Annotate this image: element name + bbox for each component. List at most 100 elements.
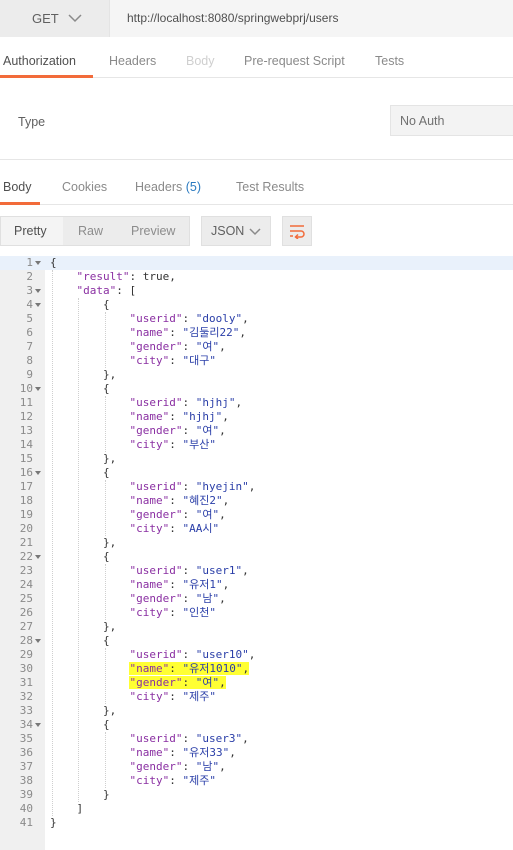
auth-type-label: Type — [18, 115, 46, 129]
line-number: 5 — [26, 312, 33, 325]
line-number: 17 — [19, 480, 33, 493]
code-line: 32 "city": "제주" — [0, 690, 513, 704]
format-label: JSON — [211, 224, 245, 238]
line-text: "gender": "여", — [129, 424, 226, 437]
code-line: 15 }, — [0, 452, 513, 466]
line-number: 28 — [19, 634, 33, 647]
code-line: 36 "name": "유저33", — [0, 746, 513, 760]
code-line: 5 "userid": "dooly", — [0, 312, 513, 326]
indent-guide — [104, 564, 106, 620]
fold-toggle-icon[interactable] — [35, 471, 41, 475]
line-number: 22 — [19, 550, 33, 563]
tab-authorization[interactable]: Authorization — [3, 54, 76, 68]
response-tab-body[interactable]: Body — [3, 180, 32, 194]
line-text: "name": "유저1010", — [129, 662, 250, 675]
line-text: { — [50, 382, 110, 395]
line-text: { — [50, 256, 57, 269]
line-text: "name": "hjhj", — [129, 410, 229, 423]
code-line: 11 "userid": "hjhj", — [0, 396, 513, 410]
line-text: ] — [50, 802, 84, 815]
line-text: "city": "대구" — [129, 354, 216, 367]
tab-tests[interactable]: Tests — [375, 54, 404, 68]
line-number: 38 — [19, 774, 33, 787]
response-tab-test-results[interactable]: Test Results — [236, 180, 304, 194]
code-line: 14 "city": "부산" — [0, 438, 513, 452]
code-line: 8 "city": "대구" — [0, 354, 513, 368]
response-tab-headers-label: Headers — [135, 180, 183, 194]
code-line: 18 "name": "혜진2", — [0, 494, 513, 508]
fold-toggle-icon[interactable] — [35, 261, 41, 265]
line-text: } — [50, 816, 57, 829]
line-number: 16 — [19, 466, 33, 479]
line-number: 36 — [19, 746, 33, 759]
fold-toggle-icon[interactable] — [35, 555, 41, 559]
raw-button[interactable]: Raw — [78, 224, 103, 238]
line-number: 32 — [19, 690, 33, 703]
view-mode-group: Pretty Raw Preview — [0, 216, 190, 246]
line-number: 3 — [26, 284, 33, 297]
wrap-lines-button[interactable] — [282, 216, 312, 246]
preview-button[interactable]: Preview — [131, 224, 175, 238]
line-number: 12 — [19, 410, 33, 423]
fold-toggle-icon[interactable] — [35, 289, 41, 293]
line-number: 6 — [26, 326, 33, 339]
line-text: }, — [50, 620, 117, 633]
format-select[interactable]: JSON — [201, 216, 271, 246]
code-line: 30 "name": "유저1010", — [0, 662, 513, 676]
line-text: "gender": "남", — [129, 760, 226, 773]
method-select[interactable]: GET — [0, 0, 109, 37]
line-text: "city": "AA시" — [129, 522, 220, 535]
line-text: "city": "제주" — [129, 774, 216, 787]
auth-type-select[interactable]: No Auth — [390, 105, 513, 136]
line-number: 41 — [19, 816, 33, 829]
tab-headers[interactable]: Headers — [109, 54, 156, 68]
code-line: 1{ — [0, 256, 513, 270]
code-line: 4 { — [0, 298, 513, 312]
tab-body[interactable]: Body — [186, 54, 215, 68]
line-number: 24 — [19, 578, 33, 591]
line-number: 7 — [26, 340, 33, 353]
code-line: 24 "name": "유저1", — [0, 578, 513, 592]
pretty-button[interactable]: Pretty — [14, 224, 47, 238]
line-text: "userid": "user3", — [129, 732, 249, 745]
line-text: "result": true, — [76, 270, 176, 283]
line-number: 20 — [19, 522, 33, 535]
code-line: 39 } — [0, 788, 513, 802]
line-number: 27 — [19, 620, 33, 633]
line-number: 18 — [19, 494, 33, 507]
tab-pre-request-script[interactable]: Pre-request Script — [244, 54, 345, 68]
line-text: "city": "인천" — [129, 606, 216, 619]
code-line: 38 "city": "제주" — [0, 774, 513, 788]
line-text: { — [50, 298, 110, 311]
line-text: }, — [50, 536, 117, 549]
url-input[interactable]: http://localhost:8080/springwebprj/users — [109, 0, 513, 37]
chevron-down-icon — [249, 228, 261, 236]
line-number: 2 — [26, 270, 33, 283]
response-tab-headers[interactable]: Headers (5) — [135, 180, 201, 194]
line-number: 35 — [19, 732, 33, 745]
line-text: }, — [50, 452, 117, 465]
fold-toggle-icon[interactable] — [35, 639, 41, 643]
line-text: "userid": "hyejin", — [129, 480, 256, 493]
code-line: 40 ] — [0, 802, 513, 816]
code-line: 7 "gender": "여", — [0, 340, 513, 354]
fold-toggle-icon[interactable] — [35, 387, 41, 391]
code-line: 12 "name": "hjhj", — [0, 410, 513, 424]
line-text: "gender": "여", — [129, 340, 226, 353]
fold-toggle-icon[interactable] — [35, 723, 41, 727]
line-text: "gender": "남", — [129, 592, 226, 605]
line-text: "city": "제주" — [129, 690, 216, 703]
auth-panel: Type No Auth — [0, 78, 513, 160]
response-tab-cookies[interactable]: Cookies — [62, 180, 107, 194]
code-line: 33 }, — [0, 704, 513, 718]
code-line: 28 { — [0, 634, 513, 648]
line-number: 33 — [19, 704, 33, 717]
line-number: 15 — [19, 452, 33, 465]
fold-toggle-icon[interactable] — [35, 303, 41, 307]
response-body-viewer[interactable]: 1{2 "result": true, 3 "data": [4 {5 "user… — [0, 256, 513, 850]
line-number: 26 — [19, 606, 33, 619]
request-tabs: Authorization Headers Body Pre-request S… — [0, 37, 513, 78]
line-text: { — [50, 550, 110, 563]
line-number: 1 — [26, 256, 33, 269]
line-text: { — [50, 634, 110, 647]
